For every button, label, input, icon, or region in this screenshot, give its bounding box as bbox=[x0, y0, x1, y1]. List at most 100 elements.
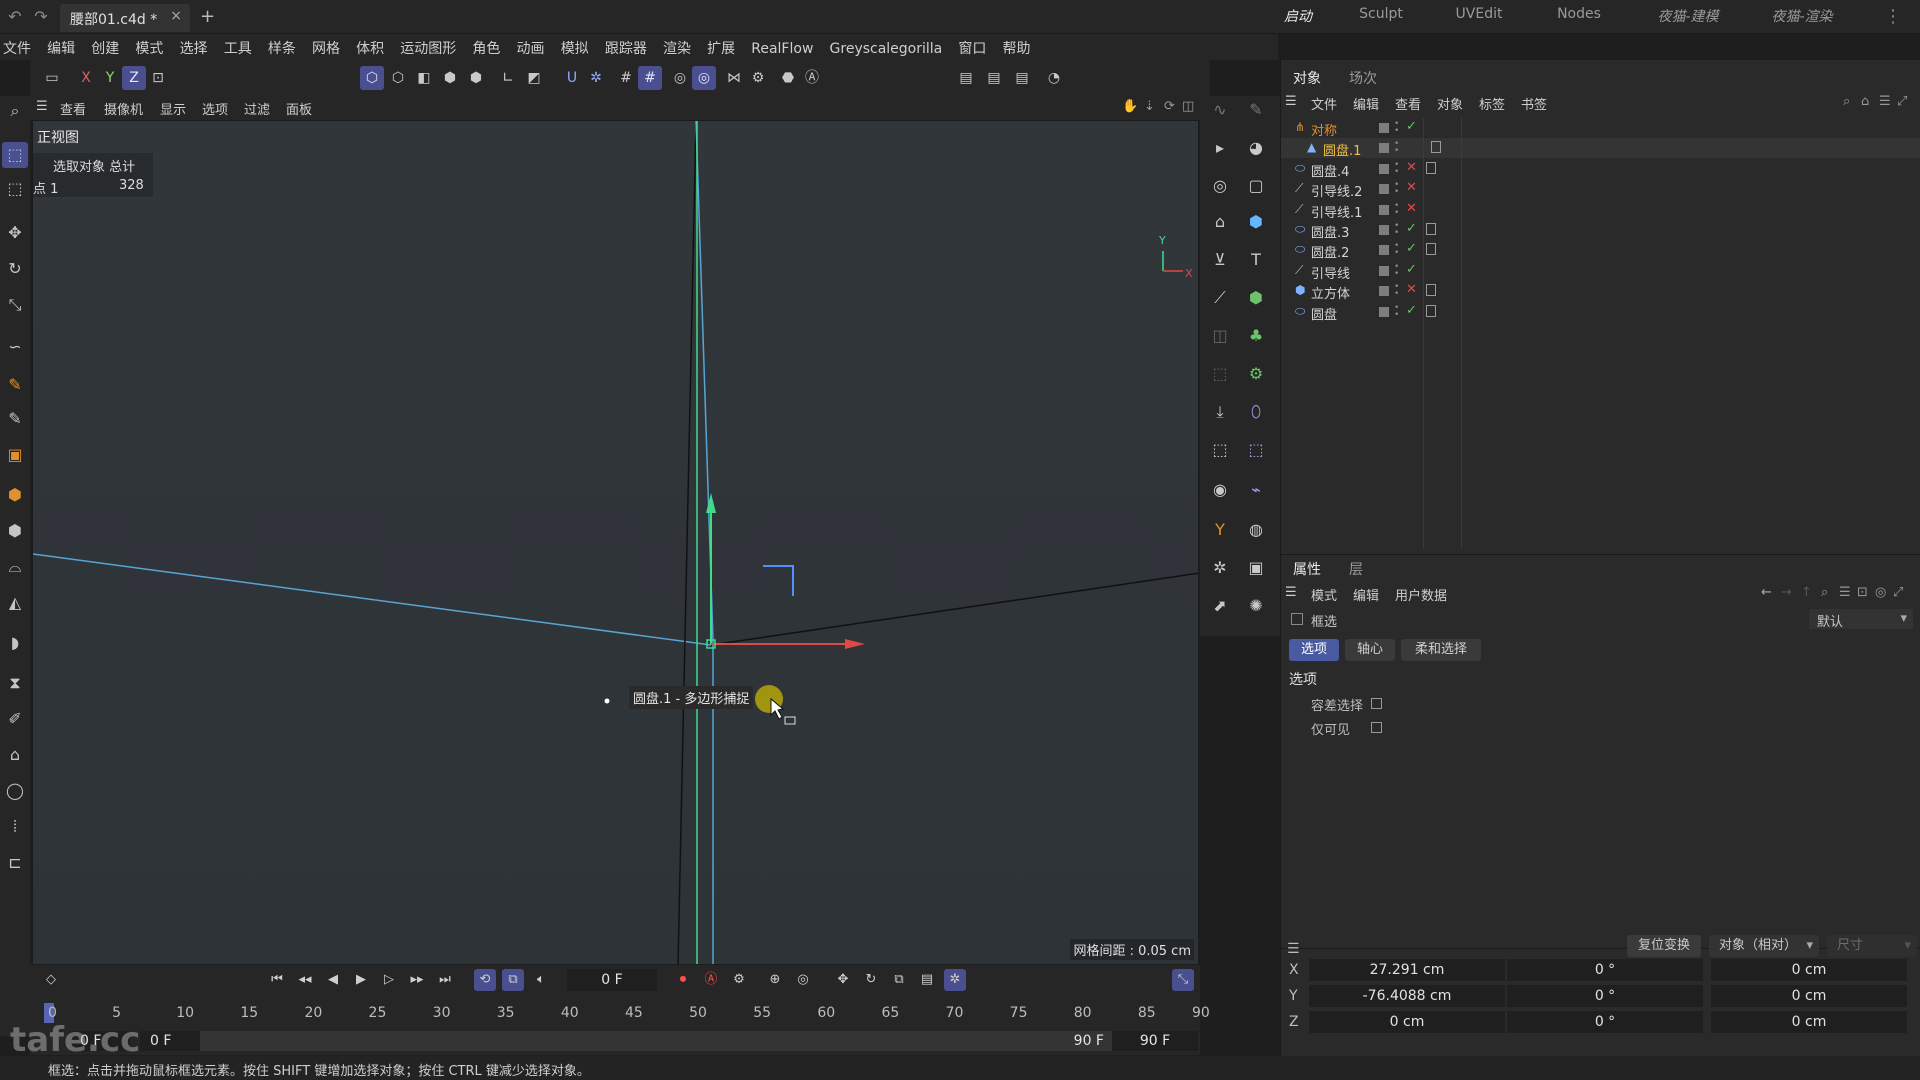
menu-mode[interactable]: 模式 bbox=[135, 34, 163, 58]
previous-frame-icon[interactable]: ◀ bbox=[322, 969, 344, 991]
object-name[interactable]: 圆盘.4 bbox=[1311, 161, 1349, 180]
tolerance-checkbox[interactable] bbox=[1371, 698, 1382, 709]
fcurve-icon[interactable]: ⤡ bbox=[1172, 969, 1194, 991]
visibility-dots-icon[interactable]: • • bbox=[1394, 201, 1399, 217]
menu-extensions[interactable]: 扩展 bbox=[707, 34, 735, 58]
layer-color-swatch[interactable] bbox=[1379, 163, 1389, 174]
attributes-hamburger-icon[interactable]: ☰ bbox=[1285, 585, 1297, 600]
close-icon[interactable]: × bbox=[170, 8, 182, 24]
light-icon[interactable]: ✺ bbox=[1242, 592, 1270, 620]
bend-icon[interactable]: ⌁ bbox=[1242, 476, 1270, 504]
object-name[interactable]: 引导线.2 bbox=[1311, 181, 1362, 200]
position-field[interactable]: 27.291 cm bbox=[1309, 959, 1505, 981]
menu-realflow[interactable]: RealFlow bbox=[751, 37, 813, 57]
next-frame-icon[interactable]: ▷ bbox=[378, 969, 400, 991]
extrude-object-icon[interactable]: ⌂ bbox=[1206, 208, 1234, 236]
forward-arrow-icon[interactable]: → bbox=[1781, 585, 1792, 600]
object-name[interactable]: 圆盘 bbox=[1311, 304, 1337, 323]
menu-mesh[interactable]: 网格 bbox=[312, 34, 340, 58]
key-scale-icon[interactable]: ✥ bbox=[832, 969, 854, 991]
grid-snap-icon[interactable]: # bbox=[614, 66, 638, 90]
current-frame-field[interactable]: 0 F bbox=[567, 969, 657, 991]
visibility-dots-icon[interactable]: • • bbox=[1394, 222, 1399, 238]
layer-color-swatch[interactable] bbox=[1379, 265, 1389, 276]
edges-mode-icon[interactable]: ⬡ bbox=[386, 66, 410, 90]
text-icon[interactable]: T bbox=[1242, 246, 1270, 274]
enabled-check-icon[interactable]: ✓ bbox=[1406, 303, 1417, 318]
size-dropdown[interactable]: 尺寸 ▾ bbox=[1827, 935, 1917, 957]
object-row[interactable]: ⟋ 引导线 • • ✓ bbox=[1281, 261, 1920, 282]
rotation-field[interactable]: 0 ° bbox=[1507, 959, 1703, 981]
tab-layers[interactable]: 层 bbox=[1349, 559, 1363, 579]
transform-icon[interactable]: ⬈ bbox=[1206, 592, 1234, 620]
coordinate-mode-dropdown[interactable]: 对象（相对） ▾ bbox=[1709, 935, 1819, 957]
lathe-icon[interactable]: ◫ bbox=[1206, 322, 1234, 350]
points-mode-icon[interactable]: ⬡ bbox=[360, 66, 384, 90]
layer-color-swatch[interactable] bbox=[1379, 123, 1389, 133]
cloner-icon[interactable]: ♣ bbox=[1242, 322, 1270, 350]
layer-color-swatch[interactable] bbox=[1379, 143, 1389, 154]
position-field[interactable]: -76.4088 cm bbox=[1309, 985, 1505, 1007]
menu-volume[interactable]: 体积 bbox=[356, 34, 384, 58]
previous-key-icon[interactable]: ◂◂ bbox=[294, 969, 316, 991]
object-row[interactable]: ▲ 圆盘.1 • • bbox=[1281, 138, 1920, 159]
motion-clip-icon[interactable]: ✲ bbox=[944, 969, 966, 991]
pill-axis[interactable]: 轴心 bbox=[1345, 639, 1395, 661]
live-select-icon[interactable]: ⬚ bbox=[2, 176, 28, 202]
lock-icon[interactable]: ⊡ bbox=[1857, 585, 1868, 600]
key-param-icon[interactable]: ↻ bbox=[860, 969, 882, 991]
circle-tool-icon[interactable]: ◯ bbox=[2, 778, 28, 804]
layout-tab-uvedit[interactable]: UVEdit bbox=[1444, 6, 1514, 28]
tag-icon[interactable] bbox=[1426, 304, 1436, 317]
render-picture-viewer-icon[interactable]: ▤ bbox=[982, 66, 1006, 90]
attr-menu-userdata[interactable]: 用户数据 bbox=[1395, 585, 1447, 604]
visibility-dots-icon[interactable]: • • bbox=[1394, 140, 1399, 156]
enabled-check-icon[interactable]: ✓ bbox=[1406, 241, 1417, 256]
mirror-icon[interactable]: ⧗ bbox=[2, 670, 28, 696]
sketch-icon[interactable]: ✎ bbox=[2, 406, 28, 432]
visibility-dots-icon[interactable]: • • bbox=[1394, 160, 1399, 176]
visible-only-checkbox[interactable] bbox=[1371, 722, 1382, 733]
om-search-icon[interactable]: ⌕ bbox=[1843, 94, 1850, 109]
size-field[interactable]: 0 cm bbox=[1711, 1011, 1907, 1033]
axis-y-button[interactable]: Y bbox=[98, 66, 122, 90]
cube-primitive-icon[interactable]: ⬢ bbox=[1242, 208, 1270, 236]
menu-tracker[interactable]: 跟踪器 bbox=[605, 34, 647, 58]
disabled-cross-icon[interactable]: ✕ bbox=[1406, 160, 1417, 175]
size-field[interactable]: 0 cm bbox=[1711, 985, 1907, 1007]
back-arrow-icon[interactable]: ← bbox=[1761, 585, 1772, 600]
object-row[interactable]: ⟋ 引导线.2 • • ✕ bbox=[1281, 179, 1920, 200]
layout-tab-nodes[interactable]: Nodes bbox=[1548, 6, 1610, 28]
visibility-dots-icon[interactable]: • • bbox=[1394, 120, 1399, 136]
iron-icon[interactable]: ⌂ bbox=[2, 742, 28, 768]
preview-end-field[interactable]: 90 F bbox=[1050, 1031, 1104, 1051]
menu-mograph[interactable]: 运动图形 bbox=[400, 34, 456, 58]
coordinates-hamburger-icon[interactable]: ☰ bbox=[1287, 941, 1300, 957]
disabled-cross-icon[interactable]: ✕ bbox=[1406, 180, 1417, 195]
object-row[interactable]: ⬭ 圆盘.2 • • ✓ bbox=[1281, 240, 1920, 261]
polygon-pen-icon[interactable]: ▣ bbox=[2, 442, 28, 468]
menu-simulate[interactable]: 模拟 bbox=[561, 34, 589, 58]
go-to-end-icon[interactable]: ⏭ bbox=[434, 969, 456, 991]
tag-icon[interactable] bbox=[1426, 223, 1436, 235]
scale-icon[interactable]: ⤡ bbox=[2, 292, 28, 318]
preview-range-icon[interactable]: ⧉ bbox=[502, 969, 524, 991]
document-tab[interactable]: 腰部01.c4d * × bbox=[60, 4, 190, 32]
render-a-icon[interactable]: Ⓐ bbox=[800, 66, 824, 90]
pan-icon[interactable]: ✋ bbox=[1122, 99, 1138, 114]
layer-color-swatch[interactable] bbox=[1379, 184, 1389, 195]
pen-icon[interactable]: ✎ bbox=[2, 372, 28, 398]
attr-search-icon[interactable]: ⌕ bbox=[1821, 585, 1828, 600]
pill-options[interactable]: 选项 bbox=[1289, 639, 1339, 661]
subdivision-icon[interactable]: ⬢ bbox=[1242, 284, 1270, 312]
uv-mode-icon[interactable]: ⬢ bbox=[464, 66, 488, 90]
enabled-check-icon[interactable]: ✓ bbox=[1406, 221, 1417, 236]
viewport-menu-filter[interactable]: 过滤 bbox=[244, 99, 270, 118]
environment-icon[interactable]: ◍ bbox=[1242, 516, 1270, 544]
position-field[interactable]: 0 cm bbox=[1309, 1011, 1505, 1033]
object-name[interactable]: 引导线.1 bbox=[1311, 202, 1362, 221]
tag-icon[interactable] bbox=[1426, 284, 1436, 297]
box-select-icon[interactable]: ⬚ bbox=[2, 142, 28, 168]
rotate-icon[interactable]: ↻ bbox=[2, 256, 28, 282]
search-icon[interactable]: ⌕ bbox=[2, 98, 28, 124]
